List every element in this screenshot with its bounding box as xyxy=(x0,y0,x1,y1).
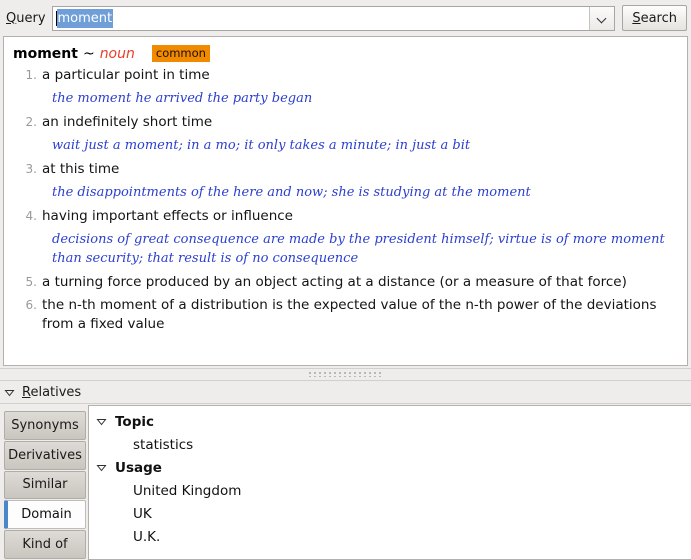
entry-header: moment ~ noun common xyxy=(4,37,687,64)
definitions-panel: moment ~ noun common 1. a particular poi… xyxy=(3,36,688,366)
tab-label: Synonyms xyxy=(11,417,79,433)
tree-group-row[interactable]: Topic xyxy=(89,410,691,433)
tab-label: Kind of xyxy=(22,537,68,553)
sense-item: 3. at this time xyxy=(4,158,687,181)
sense-item: 1. a particular point in time xyxy=(4,64,687,87)
tree-group-label: Topic xyxy=(115,413,154,430)
sense-definition: a particular point in time xyxy=(42,67,210,83)
sense-number: 3. xyxy=(25,162,37,176)
tree-item-row[interactable]: U.K. xyxy=(89,525,691,548)
tree-item-row[interactable]: statistics xyxy=(89,433,691,456)
sense-example: the disappointments of the here and now;… xyxy=(52,185,531,200)
frequency-badge: common xyxy=(151,45,210,62)
tab-label: Similar xyxy=(22,477,68,493)
tab-kind-of[interactable]: Kind of xyxy=(4,530,86,559)
sense-definition: an indefinitely short time xyxy=(42,114,213,130)
sense-item: 2. an indefinitely short time xyxy=(4,111,687,134)
sense-example: decisions of great consequence are made … xyxy=(52,232,665,266)
sense-number: 5. xyxy=(25,275,37,289)
headword-separator: ~ xyxy=(82,45,95,62)
tab-domain[interactable]: Domain xyxy=(4,500,86,530)
relatives-body: Synonyms Derivatives Similar Domain Kind… xyxy=(0,405,691,560)
sense-example: wait just a moment; in a mo; it only tak… xyxy=(52,138,471,153)
relatives-section-header[interactable]: Relatives xyxy=(0,381,691,404)
triangle-down-icon[interactable] xyxy=(95,461,108,474)
part-of-speech: noun xyxy=(99,45,135,62)
tree-group-label: Usage xyxy=(115,459,162,476)
triangle-down-icon[interactable] xyxy=(95,415,108,428)
tree-item-row[interactable]: UK xyxy=(89,502,691,525)
sense-item: 4. having important effects or influence xyxy=(4,205,687,228)
sense-definition: the n-th moment of a distribution is the… xyxy=(42,297,657,332)
sense-example: the moment he arrived the party began xyxy=(52,91,313,106)
tree-item-row[interactable]: United Kingdom xyxy=(89,479,691,502)
tab-derivatives[interactable]: Derivatives xyxy=(4,440,86,470)
tree-group-row[interactable]: Usage xyxy=(89,456,691,479)
sense-item: 6. the n-th moment of a distribution is … xyxy=(4,294,687,336)
tab-similar[interactable]: Similar xyxy=(4,470,86,500)
panel-splitter[interactable] xyxy=(0,368,691,381)
query-label-mnemonic: Q xyxy=(6,10,17,26)
triangle-down-icon[interactable] xyxy=(4,387,15,398)
sense-definition: at this time xyxy=(42,161,120,177)
query-toolbar: Query moment Search xyxy=(0,0,691,36)
sense-list: 1. a particular point in time the moment… xyxy=(4,64,687,336)
relatives-label: Relatives xyxy=(22,385,81,400)
sense-number: 2. xyxy=(25,115,37,129)
query-label-rest: uery xyxy=(16,10,46,26)
tab-label: Derivatives xyxy=(8,447,82,463)
sense-item: 5. a turning force produced by an object… xyxy=(4,271,687,294)
query-input-value: moment xyxy=(56,8,114,28)
tree-item-label: United Kingdom xyxy=(133,482,242,499)
sense-number: 1. xyxy=(25,68,37,82)
sense-definition: a turning force produced by an object ac… xyxy=(42,274,627,290)
query-combobox[interactable]: moment xyxy=(51,5,616,31)
query-input[interactable]: moment xyxy=(53,7,590,30)
tab-label: Domain xyxy=(21,507,72,523)
query-dropdown-button[interactable] xyxy=(589,6,615,30)
sense-definition: having important effects or influence xyxy=(42,208,293,224)
tree-item-label: statistics xyxy=(133,436,194,453)
sense-number: 6. xyxy=(25,298,37,312)
tree-item-label: UK xyxy=(133,505,152,522)
relatives-tree: Topic statistics Usage United Kingdom UK… xyxy=(88,405,691,560)
tab-synonyms[interactable]: Synonyms xyxy=(4,411,86,440)
relatives-tab-list: Synonyms Derivatives Similar Domain Kind… xyxy=(0,405,88,560)
chevron-down-icon xyxy=(598,14,607,23)
drag-grip-icon xyxy=(308,372,383,377)
search-button-mnemonic: S xyxy=(632,10,641,26)
sense-number: 4. xyxy=(25,209,37,223)
search-button[interactable]: Search xyxy=(622,5,687,31)
query-label: Query xyxy=(6,11,46,26)
search-button-label: earch xyxy=(640,10,677,26)
headword: moment xyxy=(13,45,78,62)
relatives-label-rest: elatives xyxy=(30,384,82,400)
tree-item-label: U.K. xyxy=(133,528,161,545)
